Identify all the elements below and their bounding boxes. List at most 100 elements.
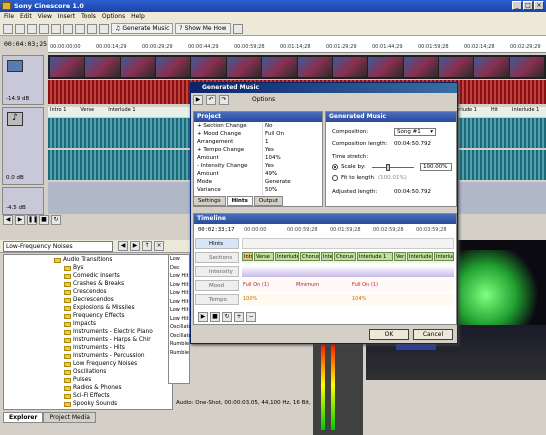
section-block[interactable]: Interlude (275, 252, 299, 261)
tempo-marker[interactable]: 100% (243, 296, 257, 302)
menu-edit[interactable]: Edit (20, 13, 32, 21)
tree-item[interactable]: Explosions & Missiles (64, 305, 134, 311)
section-block[interactable]: Interlude 1 (407, 252, 433, 261)
loop-icon[interactable]: ↻ (51, 215, 61, 225)
tab-project-media[interactable]: Project Media (43, 412, 96, 423)
tab-explorer[interactable]: Explorer (3, 412, 44, 423)
file-item[interactable]: Low Hit (170, 306, 189, 315)
save-icon[interactable] (27, 23, 37, 34)
mood-marker[interactable]: Minimum (296, 282, 319, 288)
cut-icon[interactable] (39, 23, 49, 34)
settings-icon[interactable] (99, 23, 109, 34)
video-thumbnails[interactable] (48, 55, 546, 79)
tool-icon[interactable] (232, 23, 243, 34)
section-block[interactable]: Ver (394, 252, 406, 261)
section-block[interactable]: Interlude 1 (357, 252, 393, 261)
file-item[interactable]: Oscillate (170, 323, 192, 332)
generate-music-button[interactable]: ♫ Generate Music (111, 23, 174, 34)
sections-lane[interactable]: Intr Verse Interlude Chorus Inte Chorus … (242, 252, 454, 263)
menu-file[interactable]: File (4, 13, 14, 21)
mood-marker[interactable]: Full On (1) (243, 282, 269, 288)
file-item[interactable]: Low Hit (170, 315, 189, 324)
project-row[interactable]: + Mood Change Full On (194, 131, 322, 139)
stop-icon[interactable]: ■ (39, 215, 49, 225)
project-row[interactable]: Arrangement 1 (194, 139, 322, 147)
tree-item[interactable]: Instruments - Harps & Chir (64, 337, 151, 343)
project-row[interactable]: Amount 49% (194, 171, 322, 179)
back-icon[interactable]: ◀ (118, 241, 128, 251)
forward-icon[interactable]: ▶ (130, 241, 140, 251)
dialog-title-bar[interactable]: Generated Music (191, 83, 457, 93)
project-row[interactable]: Amount 104% (194, 155, 322, 163)
paste-icon[interactable] (63, 23, 73, 34)
tree-item[interactable]: Decrescendos (64, 297, 114, 303)
section-block[interactable]: Verse (254, 252, 274, 261)
project-row[interactable]: + Tempo Change Yes (194, 147, 322, 155)
project-row[interactable]: Mode Generate (194, 179, 322, 187)
project-row[interactable]: Variance 50% (194, 187, 322, 195)
hints-lane[interactable] (242, 238, 454, 249)
menu-options[interactable]: Options (102, 13, 125, 21)
explorer-location-dropdown[interactable]: Low-Frequency Noises (3, 241, 113, 252)
section-block[interactable]: Chorus (300, 252, 320, 261)
scale-by-radio[interactable] (332, 164, 338, 170)
file-item[interactable]: Low Hit (170, 272, 189, 281)
dialog-undo-icon[interactable]: ↶ (206, 94, 216, 105)
undo-icon[interactable] (75, 23, 85, 34)
menu-insert[interactable]: Insert (58, 13, 75, 21)
tab-hints[interactable]: Hints (226, 196, 253, 206)
tl-play-icon[interactable]: ▶ (198, 312, 208, 322)
menu-view[interactable]: View (38, 13, 52, 21)
scale-slider[interactable] (372, 164, 414, 171)
music-track-header[interactable]: ♪ 0.0 dB (2, 107, 44, 185)
section-block[interactable]: Intr (242, 252, 253, 261)
mood-lane[interactable]: Full On (1) Minimum Full On (1) (242, 280, 454, 291)
tree-item[interactable]: Comedic Inserts (64, 273, 120, 279)
tree-item[interactable]: Spooky Sounds (64, 401, 117, 407)
file-item[interactable]: Rumble (170, 349, 189, 358)
tree-item[interactable]: Low Frequency Noises (64, 361, 137, 367)
tree-item[interactable]: Oscillations (64, 369, 106, 375)
dialog-play-icon[interactable]: ▶ (193, 94, 203, 105)
ok-button[interactable]: OK (369, 329, 409, 340)
project-row[interactable]: + Section Change No (194, 123, 322, 131)
play-icon[interactable]: ▶ (15, 215, 25, 225)
tree-item[interactable]: Instruments - Percussion (64, 353, 145, 359)
audio-track-header[interactable]: -4.5 dB (2, 187, 44, 215)
open-icon[interactable] (15, 23, 25, 34)
tree-item[interactable]: Sci-Fi Effects (64, 393, 110, 399)
tempo-marker[interactable]: 104% (352, 296, 366, 302)
redo-icon[interactable] (87, 23, 97, 34)
section-block[interactable]: Inte (321, 252, 333, 261)
tl-stop-icon[interactable]: ■ (210, 312, 220, 322)
intensity-lane[interactable] (242, 266, 454, 277)
file-item[interactable]: Low Hit (170, 298, 189, 307)
tl-loop-icon[interactable]: ↻ (222, 312, 232, 322)
tree-item[interactable]: Crashes & Breaks (64, 281, 124, 287)
scale-input[interactable]: 100.00% (420, 163, 452, 171)
mood-marker[interactable]: Full On (1) (352, 282, 378, 288)
dialog-redo-icon[interactable]: ↷ (219, 94, 229, 105)
tree-item[interactable]: Bys (64, 265, 83, 271)
tree-item[interactable]: Crescendos (64, 289, 107, 295)
menu-help[interactable]: Help (131, 13, 145, 21)
file-item[interactable]: Low Dec (170, 255, 189, 272)
tl-zoom-out-icon[interactable]: − (246, 312, 256, 322)
tree-item[interactable]: Impacts (64, 321, 96, 327)
tree-item[interactable]: Instruments - Electric Piano (64, 329, 153, 335)
copy-icon[interactable] (51, 23, 61, 34)
tree-item[interactable]: Radios & Phones (64, 385, 122, 391)
video-track-header[interactable]: -14.9 dB (2, 55, 44, 105)
rewind-icon[interactable]: ◀ (3, 215, 13, 225)
file-item[interactable]: Rumble (170, 340, 189, 349)
section-block[interactable]: Interlud (434, 252, 454, 261)
file-item[interactable]: Oscillate (170, 332, 192, 341)
tl-row-hints[interactable]: Hints (195, 238, 239, 249)
tree-item[interactable]: Instruments - Hits (64, 345, 125, 351)
tab-settings[interactable]: Settings (193, 196, 226, 206)
maximize-button[interactable]: □ (523, 1, 533, 10)
section-block[interactable]: Chorus (334, 252, 356, 261)
menu-tools[interactable]: Tools (81, 13, 96, 21)
file-item[interactable]: Low Hit (170, 281, 189, 290)
delete-icon[interactable]: × (154, 241, 164, 251)
